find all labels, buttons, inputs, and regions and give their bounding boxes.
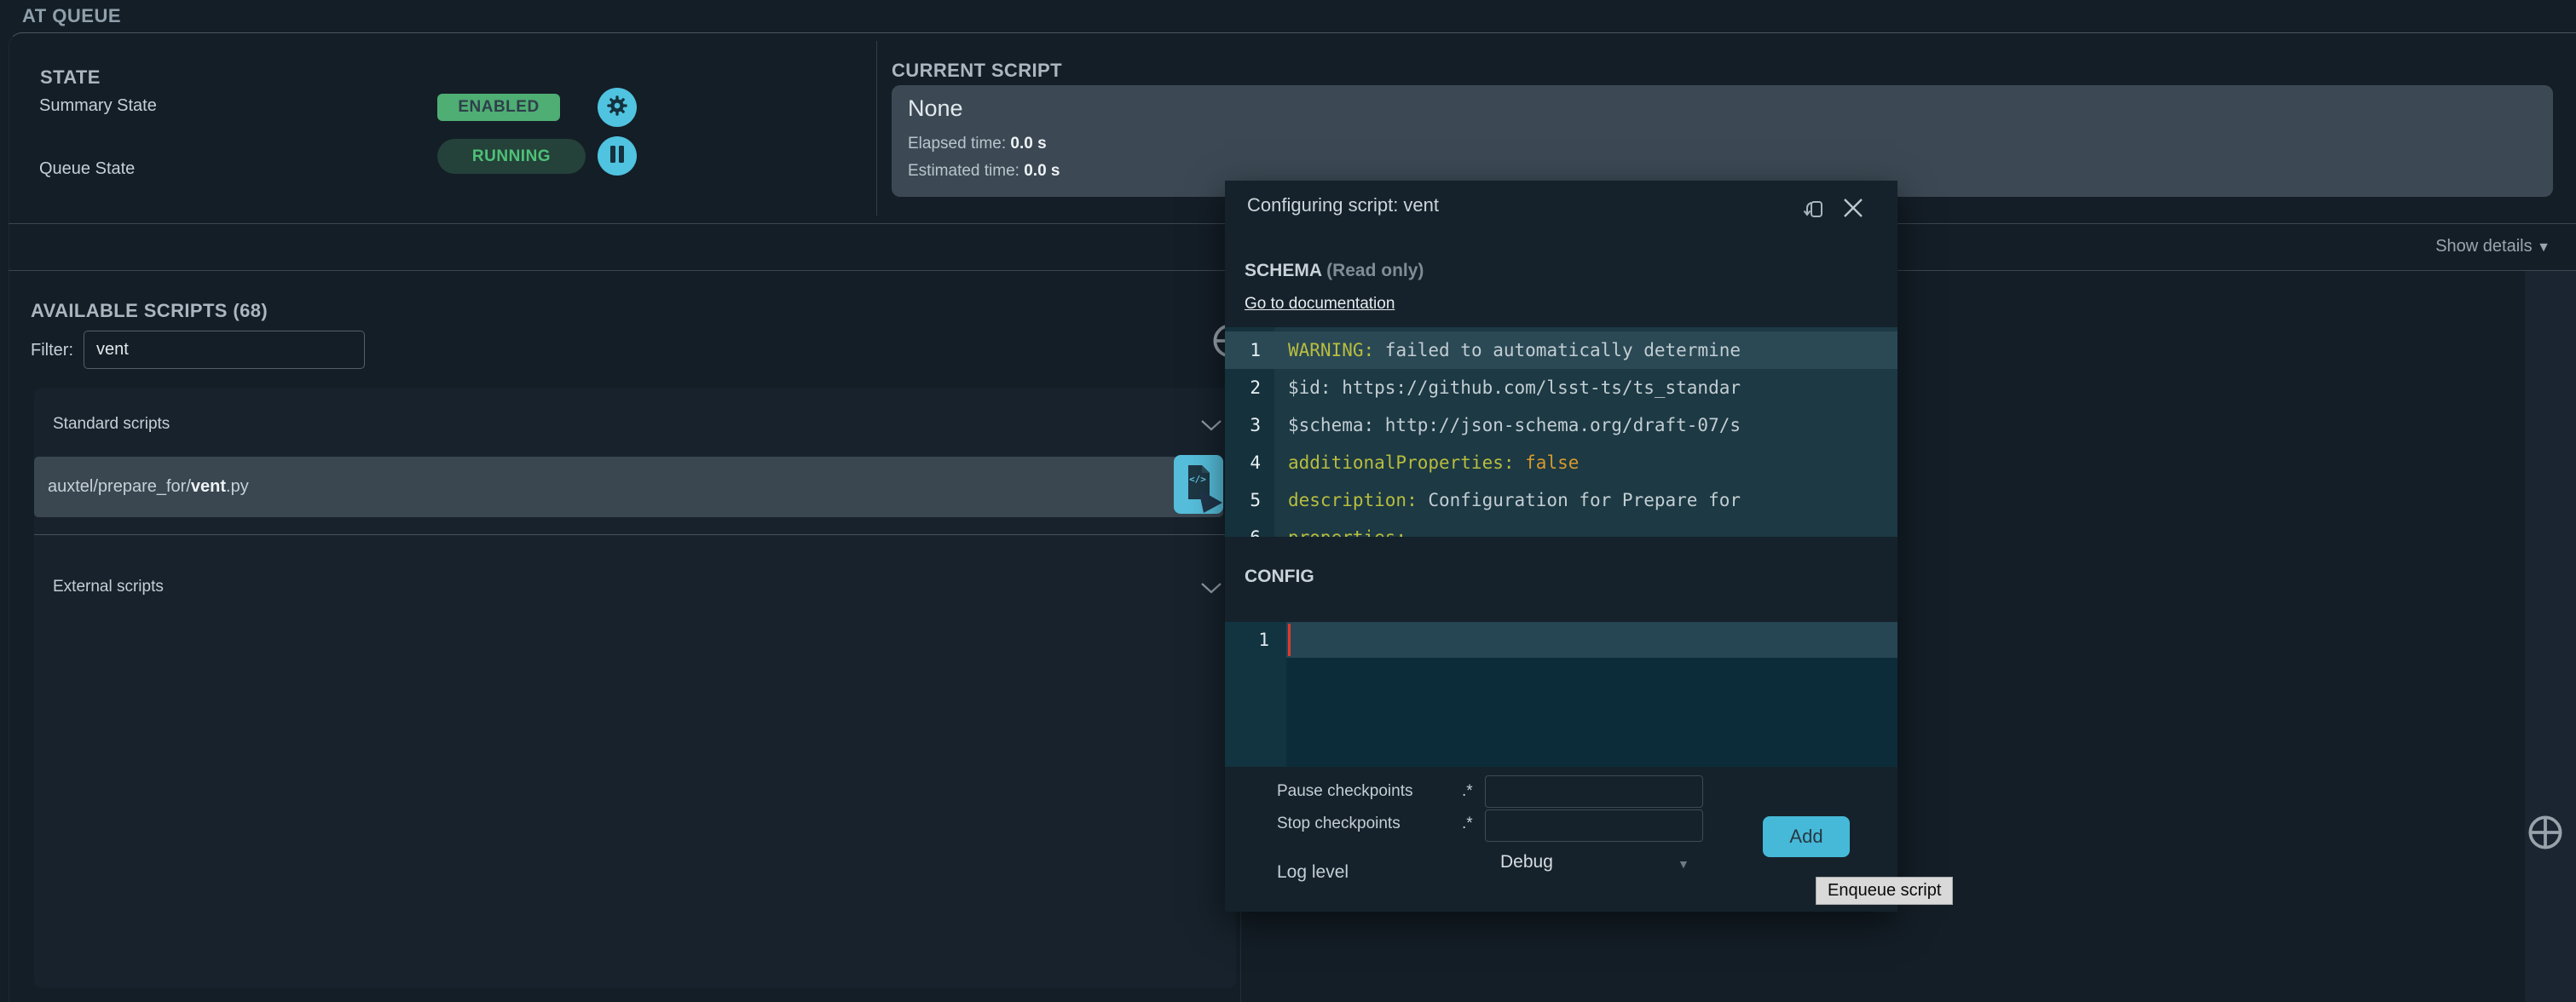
active-line-highlight [1286,622,1897,658]
chevron-down-icon[interactable] [1200,419,1222,431]
stop-checkpoints-input[interactable] [1485,809,1703,842]
estimated-time: Estimated time: 0.0 s [908,162,1060,181]
current-script-name: None [908,95,963,122]
pause-checkpoints-input[interactable] [1485,775,1703,808]
code-line: 4 additionalProperties: false [1225,444,1897,481]
current-script-title: CURRENT SCRIPT [892,60,1062,82]
divider [876,41,877,216]
log-level-select[interactable]: Debug [1500,852,1553,872]
pause-checkpoints-hint: .* [1462,782,1473,801]
line-number: 1 [1225,622,1286,658]
text-cursor [1288,624,1291,656]
code-line: 3 $schema: http://json-schema.org/draft-… [1225,406,1897,444]
mouse-cursor [1197,486,1226,521]
queue-state-badge: RUNNING [437,139,586,174]
gear-icon [604,93,630,123]
svg-text:</>: </> [1189,474,1206,485]
add-button[interactable]: Add [1763,816,1850,857]
target-plus-icon[interactable] [2527,814,2564,855]
right-strip [2525,271,2576,1002]
summary-state-badge: ENABLED [437,94,560,121]
config-heading: CONFIG [1245,567,1314,587]
standard-scripts-group[interactable]: Standard scripts [53,415,170,434]
go-to-documentation-link[interactable]: Go to documentation [1245,295,1395,314]
schema-editor[interactable]: 1 WARNING: failed to automatically deter… [1225,327,1897,537]
chevron-down-icon[interactable]: ▼ [1678,857,1689,871]
queue-state-label: Queue State [39,159,135,179]
pause-checkpoints-label: Pause checkpoints [1277,782,1413,801]
filter-label: Filter: [31,341,73,360]
enqueue-script-tooltip: Enqueue script [1816,877,1953,905]
chevron-down-icon[interactable] [1200,582,1222,594]
pause-queue-button[interactable] [598,136,637,176]
pause-icon [608,144,627,169]
schema-heading: SCHEMA (Read only) [1245,261,1424,281]
modal-title: Configuring script: vent [1247,194,1439,216]
log-level-label: Log level [1277,862,1349,883]
estimated-time-value: 0.0 s [1024,162,1060,180]
code-line: 5 description: Configuration for Prepare… [1225,481,1897,519]
available-scripts-title: AVAILABLE SCRIPTS (68) [31,300,268,322]
elapsed-time-value: 0.0 s [1010,135,1046,153]
filter-input[interactable] [84,331,365,369]
state-section-title: STATE [40,66,101,89]
divider [34,534,1225,535]
code-line: 2 $id: https://github.com/lsst-ts/ts_sta… [1225,369,1897,406]
at-queue-screen: AT QUEUE STATE Summary State ENABLED Que… [0,0,2576,1002]
page-title: AT QUEUE [22,5,121,27]
config-editor[interactable]: 1 [1225,622,1897,767]
configure-script-modal: Configuring script: vent SCHEMA (Read on… [1225,181,1897,912]
chevron-down-icon: ▼ [2537,240,2550,255]
external-scripts-group[interactable]: External scripts [53,578,164,596]
summary-state-command-button[interactable] [598,88,637,127]
show-details-toggle[interactable]: Show details ▼ [2435,237,2550,256]
close-icon[interactable] [1840,195,1866,225]
script-match: vent [191,477,226,496]
code-line: 6▾ properties: [1225,519,1897,537]
summary-state-label: Summary State [39,96,157,116]
script-list-item[interactable]: auxtel/prepare_for/vent.py </> [34,457,1223,517]
stop-checkpoints-label: Stop checkpoints [1277,815,1401,833]
stop-checkpoints-hint: .* [1462,815,1473,833]
code-line: 1 WARNING: failed to automatically deter… [1225,331,1897,369]
elapsed-time: Elapsed time: 0.0 s [908,135,1047,153]
script-path: auxtel/prepare_for/vent.py [48,477,249,497]
schema-readonly-note: (Read only) [1326,261,1424,280]
copy-icon[interactable] [1799,195,1827,227]
